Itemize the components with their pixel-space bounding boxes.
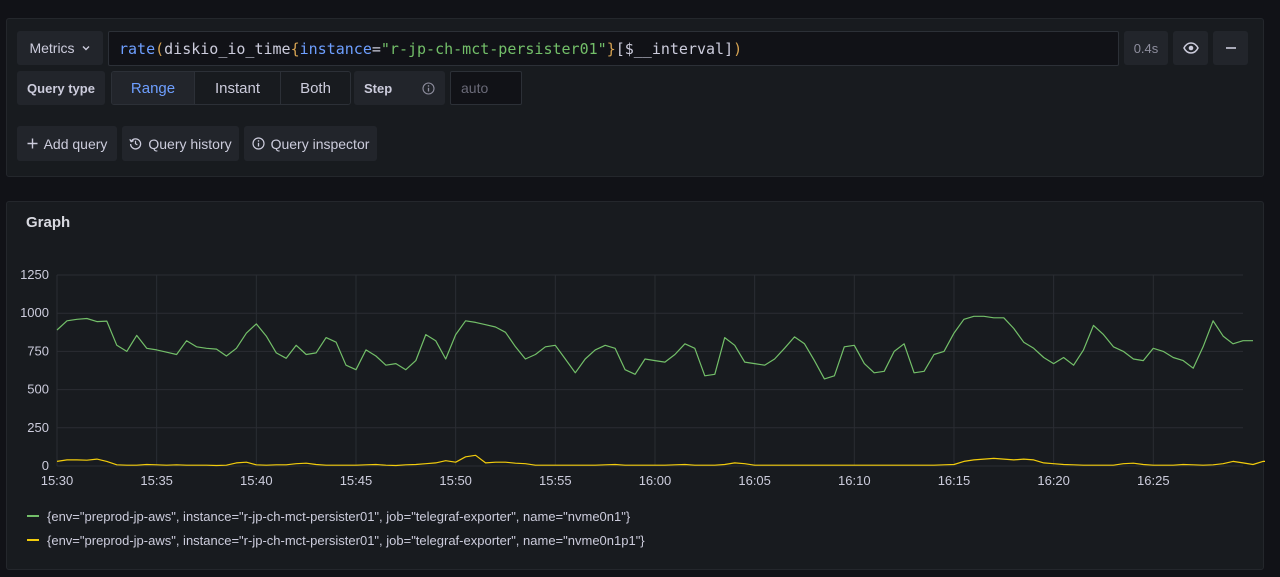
legend-item[interactable]: {env="preprod-jp-aws", instance="r-jp-ch… xyxy=(27,528,645,552)
query-type-label: Query type xyxy=(17,71,105,105)
x-tick-label: 16:00 xyxy=(639,473,672,488)
y-tick-label: 1000 xyxy=(20,305,49,320)
x-tick-label: 15:30 xyxy=(41,473,74,488)
info-circle-icon xyxy=(251,137,265,150)
x-tick-label: 16:05 xyxy=(738,473,771,488)
query-token: } xyxy=(606,39,616,58)
query-token: ) xyxy=(733,39,743,58)
toggle-visibility-button[interactable] xyxy=(1173,31,1208,65)
add-query-label: Add query xyxy=(43,135,108,152)
step-input[interactable]: auto xyxy=(450,71,522,105)
legend-label: {env="preprod-jp-aws", instance="r-jp-ch… xyxy=(47,508,631,524)
query-type-both-option[interactable]: Both xyxy=(281,72,350,104)
query-token: ( xyxy=(155,39,165,58)
x-tick-label: 15:55 xyxy=(539,473,572,488)
x-tick-label: 15:40 xyxy=(240,473,273,488)
x-tick-label: 16:15 xyxy=(938,473,971,488)
chart-legend: {env="preprod-jp-aws", instance="r-jp-ch… xyxy=(27,504,645,552)
info-icon[interactable] xyxy=(422,81,435,95)
legend-swatch xyxy=(27,515,39,517)
y-tick-label: 0 xyxy=(42,458,49,473)
collapse-query-button[interactable] xyxy=(1213,31,1248,65)
query-token: rate xyxy=(119,39,156,58)
x-tick-label: 15:35 xyxy=(140,473,173,488)
query-inspector-label: Query inspector xyxy=(270,135,370,152)
chevron-down-icon xyxy=(81,43,91,53)
legend-swatch xyxy=(27,539,39,541)
legend-label: {env="preprod-jp-aws", instance="r-jp-ch… xyxy=(47,532,645,548)
step-label: Step xyxy=(354,71,445,105)
legend-item[interactable]: {env="preprod-jp-aws", instance="r-jp-ch… xyxy=(27,504,645,528)
query-history-label: Query history xyxy=(148,135,232,152)
query-type-instant-option[interactable]: Instant xyxy=(195,72,281,104)
y-tick-label: 500 xyxy=(27,382,49,397)
graph-panel: Graph 0 250 500 750 1000 1250 15:30 15:35 15:40 1… xyxy=(6,201,1265,570)
query-type-range-option[interactable]: Range xyxy=(112,72,195,104)
time-series-chart[interactable]: 0 250 500 750 1000 1250 15:30 15:35 15:40 15:45 15… xyxy=(7,202,1265,502)
x-tick-label: 16:25 xyxy=(1137,473,1170,488)
eye-icon xyxy=(1182,42,1199,54)
query-duration-badge: 0.4s xyxy=(1124,31,1168,65)
query-expression-input[interactable]: rate(diskio_io_time{instance = "r-jp-ch-mc… xyxy=(108,31,1119,66)
series-line-2 xyxy=(56,454,1265,467)
add-query-button[interactable]: Add query xyxy=(17,126,117,161)
history-icon xyxy=(129,137,142,150)
query-token: [$__interval] xyxy=(615,39,734,58)
query-inspector-button[interactable]: Query inspector xyxy=(244,126,377,161)
minus-icon xyxy=(1225,42,1237,54)
x-tick-label: 15:50 xyxy=(439,473,472,488)
x-tick-label: 16:10 xyxy=(838,473,871,488)
query-token: "r-jp-ch-mct-persister01" xyxy=(380,39,607,58)
query-editor-panel: Metrics rate(diskio_io_time{instance = "r-… xyxy=(6,18,1264,177)
query-token: = xyxy=(371,39,381,58)
y-tick-label: 1250 xyxy=(20,267,49,282)
query-token: { xyxy=(290,39,300,58)
plus-icon xyxy=(27,138,38,149)
step-label-text: Step xyxy=(364,80,393,96)
query-history-button[interactable]: Query history xyxy=(122,126,239,161)
query-token: diskio_io_time xyxy=(164,39,291,58)
x-tick-label: 15:45 xyxy=(340,473,373,488)
y-tick-label: 250 xyxy=(27,420,49,435)
metrics-browser-button[interactable]: Metrics xyxy=(17,31,103,65)
y-tick-label: 750 xyxy=(27,343,49,358)
query-type-radio-group: Range Instant Both xyxy=(111,71,351,105)
metrics-label: Metrics xyxy=(29,40,75,56)
query-token: instance xyxy=(299,39,372,58)
x-tick-label: 16:20 xyxy=(1037,473,1070,488)
